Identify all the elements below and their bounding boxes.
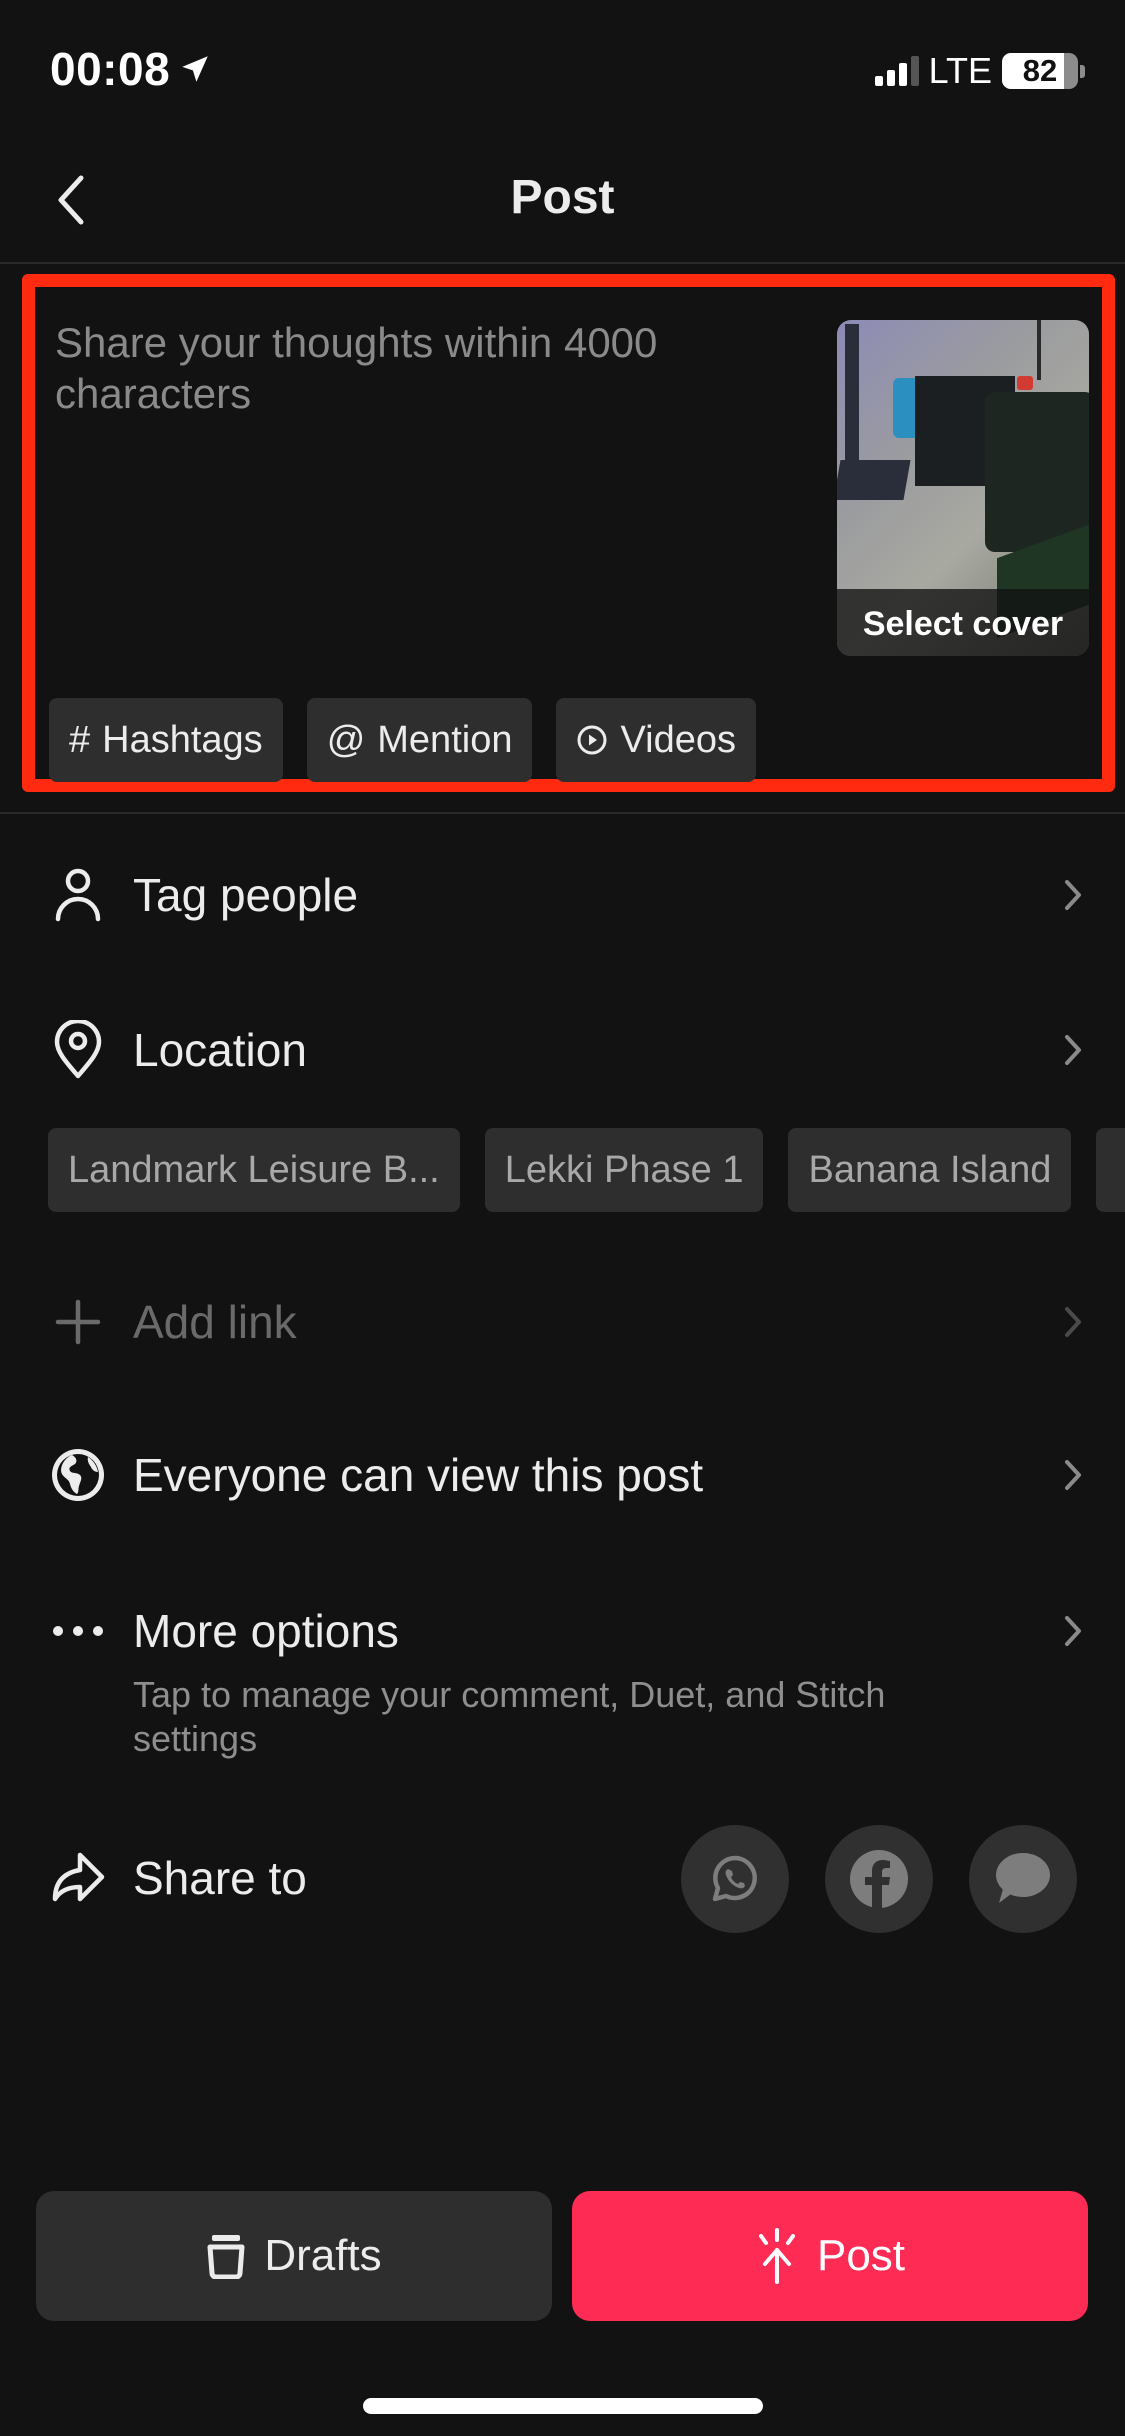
post-label: Post [816, 2231, 906, 2280]
location-suggestion-chip[interactable]: Banana Island [788, 1128, 1072, 1212]
message-bubble-icon [996, 1853, 1050, 1903]
hashtags-chip-label: Hashtags [102, 718, 263, 761]
plus-icon [48, 1292, 108, 1352]
nav-bar: Post [0, 140, 1125, 264]
hash-icon: # [69, 718, 91, 761]
location-label: Location [133, 1024, 307, 1076]
battery-icon: 82 [1002, 53, 1085, 89]
chevron-right-icon [1053, 1611, 1093, 1651]
tag-people-row[interactable]: Tag people [0, 850, 1125, 940]
person-icon [48, 865, 108, 925]
share-to-label: Share to [133, 1852, 307, 1904]
videos-chip[interactable]: Videos [556, 698, 756, 782]
play-circle-icon [576, 724, 608, 756]
home-indicator[interactable] [363, 2398, 763, 2414]
network-type: LTE [928, 50, 992, 91]
more-dots-icon [48, 1601, 108, 1661]
at-icon: @ [326, 718, 366, 761]
status-bar: 00:08 LTE 82 [0, 0, 1125, 140]
caption-chips: # Hashtags @ Mention Videos [49, 698, 756, 782]
caption-composer: Select cover # Hashtags @ Mention Videos [22, 274, 1115, 792]
drafts-label: Drafts [264, 2231, 382, 2280]
facebook-icon [850, 1850, 908, 1910]
more-options-description: Tap to manage your comment, Duet, and St… [133, 1674, 886, 1759]
more-options-label: More options [133, 1605, 399, 1657]
chevron-right-icon [1053, 1302, 1093, 1342]
whatsapp-icon [712, 1855, 757, 1902]
hashtags-chip[interactable]: # Hashtags [49, 698, 283, 782]
chevron-right-icon [1053, 875, 1093, 915]
select-cover-button[interactable]: Select cover [837, 320, 1089, 656]
videos-chip-label: Videos [620, 718, 736, 761]
drafts-box-icon [207, 2235, 245, 2279]
privacy-row[interactable]: Everyone can view this post [0, 1430, 1125, 1520]
share-messages-button[interactable] [969, 1825, 1077, 1933]
signal-strength-icon [874, 56, 919, 86]
status-time: 00:08 [50, 43, 171, 95]
more-options-row[interactable]: More options [0, 1586, 1125, 1676]
tag-people-label: Tag people [133, 869, 359, 921]
post-upload-icon [758, 2228, 795, 2284]
globe-icon [48, 1445, 108, 1505]
chevron-right-icon [1053, 1455, 1093, 1495]
location-suggestion-chip[interactable]: Landmark Leisure B... [48, 1128, 460, 1212]
location-suggestions: Landmark Leisure B... Lekki Phase 1 Bana… [48, 1128, 1125, 1212]
location-pin-icon [48, 1020, 108, 1080]
location-suggestion-chip-partial[interactable] [1096, 1128, 1125, 1212]
caption-input[interactable] [55, 317, 775, 517]
status-time-group: 00:08 [50, 42, 212, 96]
mention-chip-label: Mention [377, 718, 513, 761]
add-link-row[interactable]: Add link [0, 1277, 1125, 1367]
select-cover-label: Select cover [862, 605, 1064, 643]
status-indicators: LTE 82 [874, 50, 1085, 92]
location-suggestion-chip[interactable]: Lekki Phase 1 [484, 1128, 764, 1212]
battery-percent: 82 [1022, 53, 1058, 88]
share-facebook-button[interactable] [825, 1825, 933, 1933]
add-link-label: Add link [133, 1296, 297, 1348]
location-arrow-icon [182, 56, 208, 82]
share-whatsapp-button[interactable] [681, 1825, 789, 1933]
chevron-right-icon [1053, 1030, 1093, 1070]
share-arrow-icon [48, 1848, 108, 1908]
post-button[interactable]: Post [572, 2191, 1088, 2321]
page-title: Post [510, 171, 615, 224]
privacy-label: Everyone can view this post [133, 1449, 704, 1501]
mention-chip[interactable]: @ Mention [306, 698, 533, 782]
divider [0, 812, 1125, 814]
location-row[interactable]: Location [0, 1005, 1125, 1095]
drafts-button[interactable]: Drafts [36, 2191, 552, 2321]
share-targets [681, 1825, 1077, 1933]
